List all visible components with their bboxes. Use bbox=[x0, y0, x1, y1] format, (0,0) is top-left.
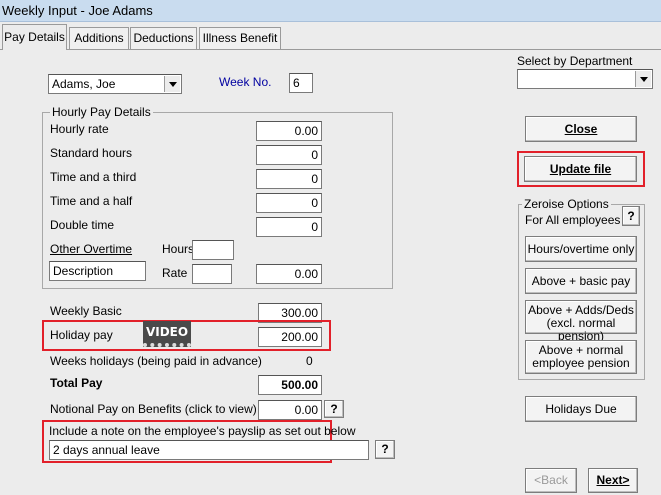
chevron-down-icon[interactable] bbox=[164, 76, 180, 92]
notional-pay-label[interactable]: Notional Pay on Benefits (click to view) bbox=[50, 402, 257, 416]
hours-field[interactable] bbox=[192, 240, 234, 260]
other-overtime-total-field: 0.00 bbox=[256, 264, 322, 284]
department-select[interactable] bbox=[517, 69, 653, 89]
holidays-due-button[interactable]: Holidays Due bbox=[525, 396, 637, 422]
double-time-label: Double time bbox=[50, 218, 115, 232]
zeroise-help-button[interactable]: ? bbox=[622, 206, 640, 226]
tab-pay-details[interactable]: Pay Details bbox=[2, 24, 67, 50]
video-badge[interactable]: VIDEO bbox=[143, 321, 191, 347]
hours-label: Hours bbox=[162, 242, 195, 256]
payslip-note-help-button[interactable]: ? bbox=[375, 440, 395, 459]
standard-hours-field[interactable]: 0 bbox=[256, 145, 322, 165]
double-time-field[interactable]: 0 bbox=[256, 217, 322, 237]
hourly-pay-group-title: Hourly Pay Details bbox=[50, 105, 153, 119]
weeks-holidays-label: Weeks holidays (being paid in advance) bbox=[50, 354, 262, 368]
time-and-a-half-field[interactable]: 0 bbox=[256, 193, 322, 213]
title-bar: Weekly Input - Joe Adams bbox=[0, 0, 661, 22]
standard-hours-label: Standard hours bbox=[50, 146, 133, 160]
zeroise-hours-overtime-button[interactable]: Hours/overtime only bbox=[525, 236, 637, 262]
notional-help-button[interactable]: ? bbox=[324, 400, 344, 418]
update-file-button[interactable]: Update file bbox=[524, 156, 637, 182]
next-button[interactable]: Next> bbox=[588, 468, 638, 493]
zeroise-pension-button[interactable]: Above + normal employee pension bbox=[525, 340, 637, 374]
week-number-field[interactable]: 6 bbox=[289, 73, 313, 93]
week-number-label: Week No. bbox=[219, 75, 272, 89]
tab-illness-benefit[interactable]: Illness Benefit bbox=[199, 27, 281, 49]
weeks-holidays-value[interactable]: 0 bbox=[306, 354, 313, 368]
description-field[interactable]: Description bbox=[49, 261, 146, 281]
zeroise-subtitle: For All employees bbox=[525, 213, 621, 227]
department-label: Select by Department bbox=[517, 54, 633, 68]
payslip-note-field[interactable]: 2 days annual leave bbox=[49, 440, 369, 460]
notional-pay-field[interactable]: 0.00 bbox=[258, 400, 322, 420]
close-button[interactable]: Close bbox=[525, 116, 637, 142]
holiday-pay-label: Holiday pay bbox=[50, 328, 113, 342]
hourly-rate-label: Hourly rate bbox=[50, 122, 109, 136]
tab-additions[interactable]: Additions bbox=[69, 27, 129, 49]
other-overtime-label[interactable]: Other Overtime bbox=[50, 242, 132, 256]
total-pay-field: 500.00 bbox=[258, 375, 322, 395]
rate-field[interactable] bbox=[192, 264, 232, 284]
tab-deductions[interactable]: Deductions bbox=[130, 27, 197, 49]
back-button[interactable]: <Back bbox=[525, 468, 577, 493]
weekly-basic-label: Weekly Basic bbox=[50, 304, 122, 318]
time-and-a-third-field[interactable]: 0 bbox=[256, 169, 322, 189]
time-and-a-half-label: Time and a half bbox=[50, 194, 133, 208]
employee-select[interactable]: Adams, Joe bbox=[48, 74, 182, 94]
total-pay-label: Total Pay bbox=[50, 376, 103, 390]
payslip-note-label: Include a note on the employee's payslip… bbox=[49, 424, 356, 438]
zeroise-options-title: Zeroise Options bbox=[522, 197, 611, 211]
holiday-pay-field[interactable]: 200.00 bbox=[258, 327, 322, 347]
rate-label: Rate bbox=[162, 266, 188, 280]
time-and-a-third-label: Time and a third bbox=[50, 170, 137, 184]
window-title: Weekly Input - Joe Adams bbox=[2, 3, 153, 18]
zeroise-adds-deds-button[interactable]: Above + Adds/Deds (excl. normal pension) bbox=[525, 300, 637, 343]
hourly-rate-field[interactable]: 0.00 bbox=[256, 121, 322, 141]
zeroise-basic-pay-button[interactable]: Above + basic pay bbox=[525, 268, 637, 294]
chevron-down-icon[interactable] bbox=[635, 71, 651, 87]
